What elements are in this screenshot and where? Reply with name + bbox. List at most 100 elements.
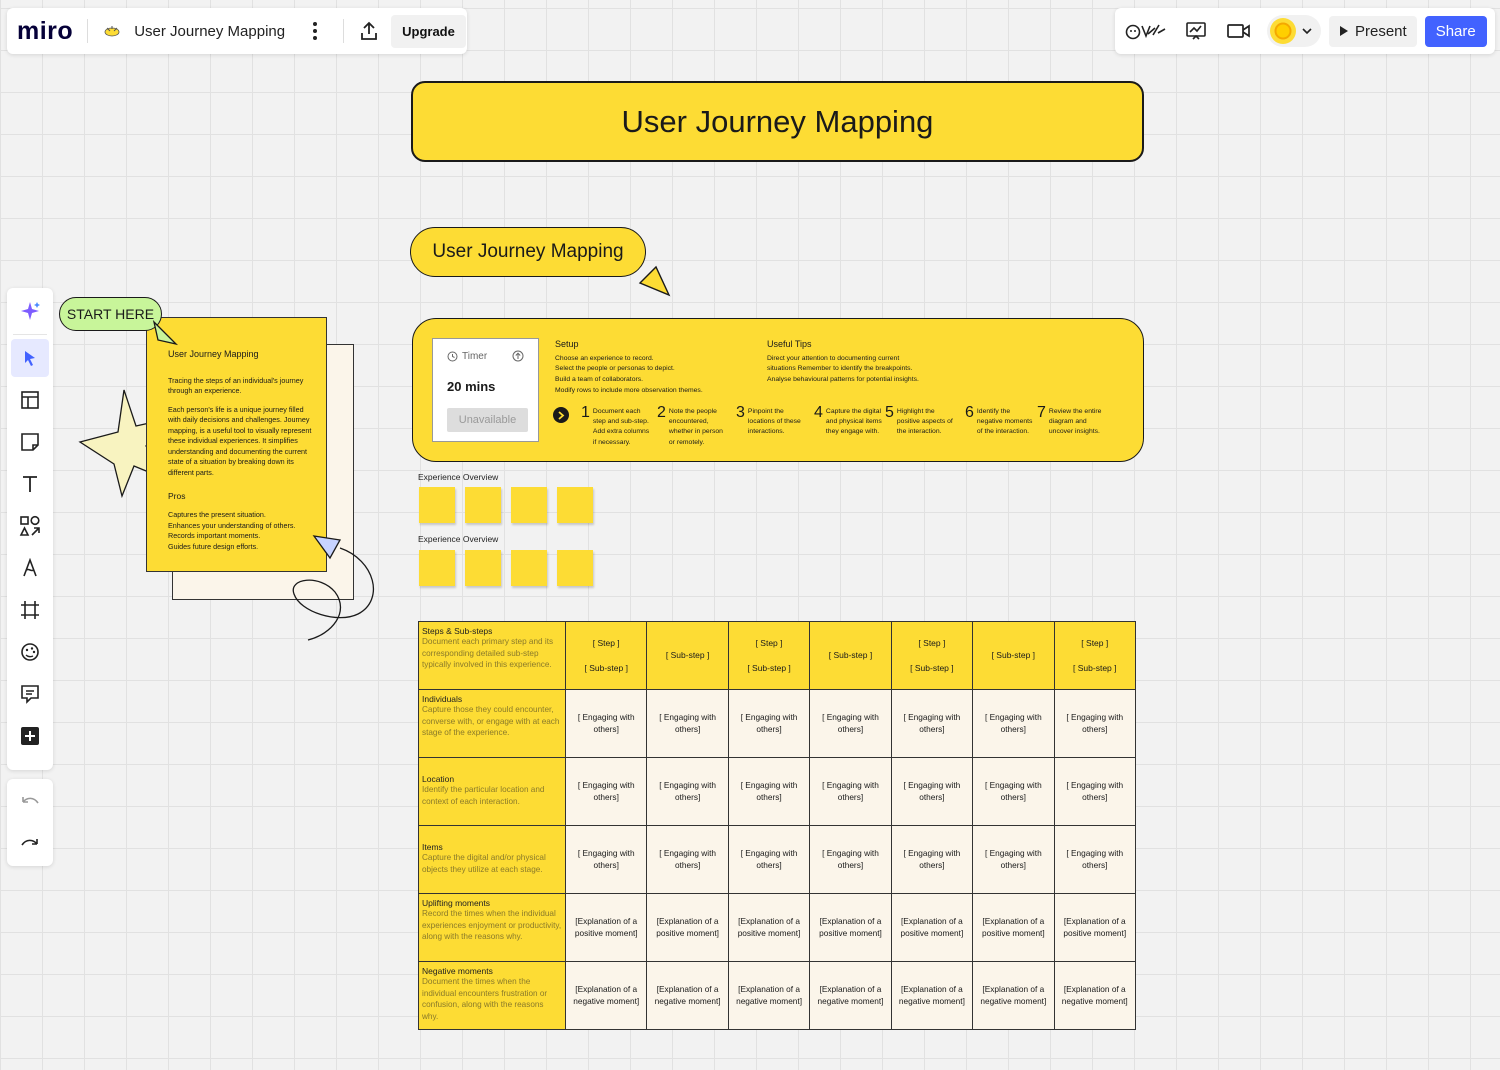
- substep-header-cell[interactable]: [ Sub-step ]: [809, 621, 892, 690]
- sticky-note[interactable]: [557, 487, 593, 523]
- row-description: Capture the digital and/or physical obje…: [422, 853, 546, 874]
- table-cell[interactable]: [Explanation of a positive moment]: [646, 893, 729, 962]
- sticky-note[interactable]: [465, 550, 501, 586]
- shapes-icon[interactable]: [11, 507, 49, 545]
- table-cell[interactable]: [ Engaging with others]: [1053, 825, 1137, 894]
- ai-assist-icon[interactable]: [11, 292, 49, 330]
- table-cell[interactable]: [ Engaging with others]: [972, 689, 1055, 758]
- pen-icon[interactable]: [11, 549, 49, 587]
- step-header-cell[interactable]: [ Step ] [ Sub-step ]: [890, 621, 974, 690]
- templates-icon[interactable]: [11, 381, 49, 419]
- instructions-panel[interactable]: Timer 20 mins Unavailable Setup Choose a…: [412, 318, 1144, 462]
- table-cell[interactable]: [ Engaging with others]: [646, 689, 729, 758]
- table-cell[interactable]: [Explanation of a positive moment]: [809, 893, 892, 962]
- sticky-note[interactable]: [557, 550, 593, 586]
- export-icon[interactable]: [359, 21, 379, 41]
- share-button[interactable]: Share: [1424, 15, 1487, 47]
- sticky-note[interactable]: [419, 487, 455, 523]
- more-options-icon[interactable]: [305, 22, 325, 40]
- table-cell[interactable]: [Explanation of a negative moment]: [564, 961, 648, 1030]
- table-cell[interactable]: [ Engaging with others]: [646, 757, 729, 826]
- table-cell[interactable]: [ Engaging with others]: [1053, 689, 1137, 758]
- table-cell[interactable]: [Explanation of a negative moment]: [972, 961, 1055, 1030]
- table-cell[interactable]: [ Engaging with others]: [972, 825, 1055, 894]
- step-text: Document each step and sub-step. Add ext…: [592, 408, 650, 446]
- sticky-note[interactable]: [511, 550, 547, 586]
- step-header-cell[interactable]: [ Step ] [ Sub-step ]: [564, 621, 648, 690]
- row-description: Capture those they could encounter, conv…: [422, 705, 560, 738]
- row-header[interactable]: Individuals Capture those they could enc…: [418, 689, 566, 758]
- frame-icon[interactable]: [11, 591, 49, 629]
- board-emoji-icon[interactable]: [102, 21, 122, 41]
- row-header[interactable]: Location Identify the particular locatio…: [418, 757, 566, 826]
- reactions-icon[interactable]: [1125, 20, 1169, 42]
- row-header[interactable]: Items Capture the digital and/or physica…: [418, 825, 566, 894]
- table-cell[interactable]: [ Engaging with others]: [564, 825, 648, 894]
- table-cell[interactable]: [ Engaging with others]: [727, 825, 811, 894]
- table-cell[interactable]: [Explanation of a negative moment]: [727, 961, 811, 1030]
- table-cell[interactable]: [Explanation of a negative moment]: [1053, 961, 1137, 1030]
- substep-label: [ Sub-step ]: [747, 662, 791, 673]
- step-header-cell[interactable]: [ Step ] [ Sub-step ]: [727, 621, 811, 690]
- table-cell[interactable]: [Explanation of a positive moment]: [972, 893, 1055, 962]
- table-cell[interactable]: [Explanation of a positive moment]: [890, 893, 974, 962]
- table-cell[interactable]: [Explanation of a positive moment]: [564, 893, 648, 962]
- user-menu[interactable]: [1267, 15, 1321, 47]
- tips-line: situations Remember to identify the brea…: [767, 365, 913, 373]
- present-button[interactable]: Present: [1329, 15, 1417, 47]
- text-icon[interactable]: [11, 465, 49, 503]
- setup-line: Select the people or personas to depict.: [555, 365, 675, 373]
- substep-header-cell[interactable]: [ Sub-step ]: [972, 621, 1055, 690]
- board-title[interactable]: User Journey Mapping: [134, 23, 285, 40]
- timer-unavailable-button[interactable]: Unavailable: [447, 408, 528, 432]
- table-cell[interactable]: [Explanation of a negative moment]: [809, 961, 892, 1030]
- table-cell[interactable]: [ Engaging with others]: [809, 825, 892, 894]
- comment-icon[interactable]: [11, 675, 49, 713]
- table-cell[interactable]: [ Engaging with others]: [890, 757, 974, 826]
- row-header[interactable]: Uplifting moments Record the times when …: [418, 893, 566, 962]
- intro-doc-para1: Tracing the steps of an individual's jou…: [168, 376, 304, 396]
- sticky-note-icon[interactable]: [11, 423, 49, 461]
- step-item: 5 Highlight the positive aspects of the …: [885, 405, 955, 438]
- table-cell[interactable]: [Explanation of a negative moment]: [890, 961, 974, 1030]
- row-title: Location: [422, 774, 455, 784]
- step-text: Review the entire diagram and uncover in…: [1048, 408, 1102, 436]
- table-cell[interactable]: [ Engaging with others]: [727, 757, 811, 826]
- add-more-icon[interactable]: [11, 717, 49, 755]
- select-icon[interactable]: [11, 339, 49, 377]
- sticky-note[interactable]: [419, 550, 455, 586]
- main-title-box[interactable]: User Journey Mapping: [411, 81, 1144, 162]
- row-header[interactable]: Negative moments Document the times when…: [418, 961, 566, 1030]
- step-header-cell[interactable]: [ Step ] [ Sub-step ]: [1053, 621, 1137, 690]
- table-cell[interactable]: [ Engaging with others]: [890, 689, 974, 758]
- redo-icon[interactable]: [11, 825, 49, 863]
- undo-icon[interactable]: [11, 783, 49, 821]
- table-cell[interactable]: [ Engaging with others]: [564, 757, 648, 826]
- row-header[interactable]: Steps & Sub-steps Document each primary …: [418, 621, 566, 690]
- table-cell[interactable]: [Explanation of a positive moment]: [727, 893, 811, 962]
- activity-chart-icon[interactable]: [1185, 21, 1207, 41]
- table-cell[interactable]: [ Engaging with others]: [972, 757, 1055, 826]
- table-cell[interactable]: [ Engaging with others]: [890, 825, 974, 894]
- table-cell[interactable]: [ Engaging with others]: [1053, 757, 1137, 826]
- table-cell[interactable]: [ Engaging with others]: [564, 689, 648, 758]
- step-text: Identify the negative moments of the int…: [976, 408, 1033, 436]
- reactions-palette-icon[interactable]: [11, 633, 49, 671]
- step-item: 1 Document each step and sub-step. Add e…: [581, 405, 651, 448]
- table-cell[interactable]: [ Engaging with others]: [727, 689, 811, 758]
- title-pill[interactable]: User Journey Mapping: [410, 227, 646, 277]
- sticky-note[interactable]: [465, 487, 501, 523]
- sticky-note[interactable]: [511, 487, 547, 523]
- substep-header-cell[interactable]: [ Sub-step ]: [646, 621, 729, 690]
- video-camera-icon[interactable]: [1227, 22, 1251, 40]
- table-cell[interactable]: [Explanation of a negative moment]: [646, 961, 729, 1030]
- start-here-pill[interactable]: START HERE: [59, 297, 162, 331]
- table-cell[interactable]: [ Engaging with others]: [809, 689, 892, 758]
- table-cell[interactable]: [Explanation of a positive moment]: [1053, 893, 1137, 962]
- step-item: 7 Review the entire diagram and uncover …: [1037, 405, 1107, 438]
- table-cell[interactable]: [ Engaging with others]: [646, 825, 729, 894]
- upgrade-button[interactable]: Upgrade: [391, 14, 466, 48]
- timer-arrow-up-icon[interactable]: [512, 350, 524, 362]
- miro-logo[interactable]: miro: [17, 17, 73, 46]
- table-cell[interactable]: [ Engaging with others]: [809, 757, 892, 826]
